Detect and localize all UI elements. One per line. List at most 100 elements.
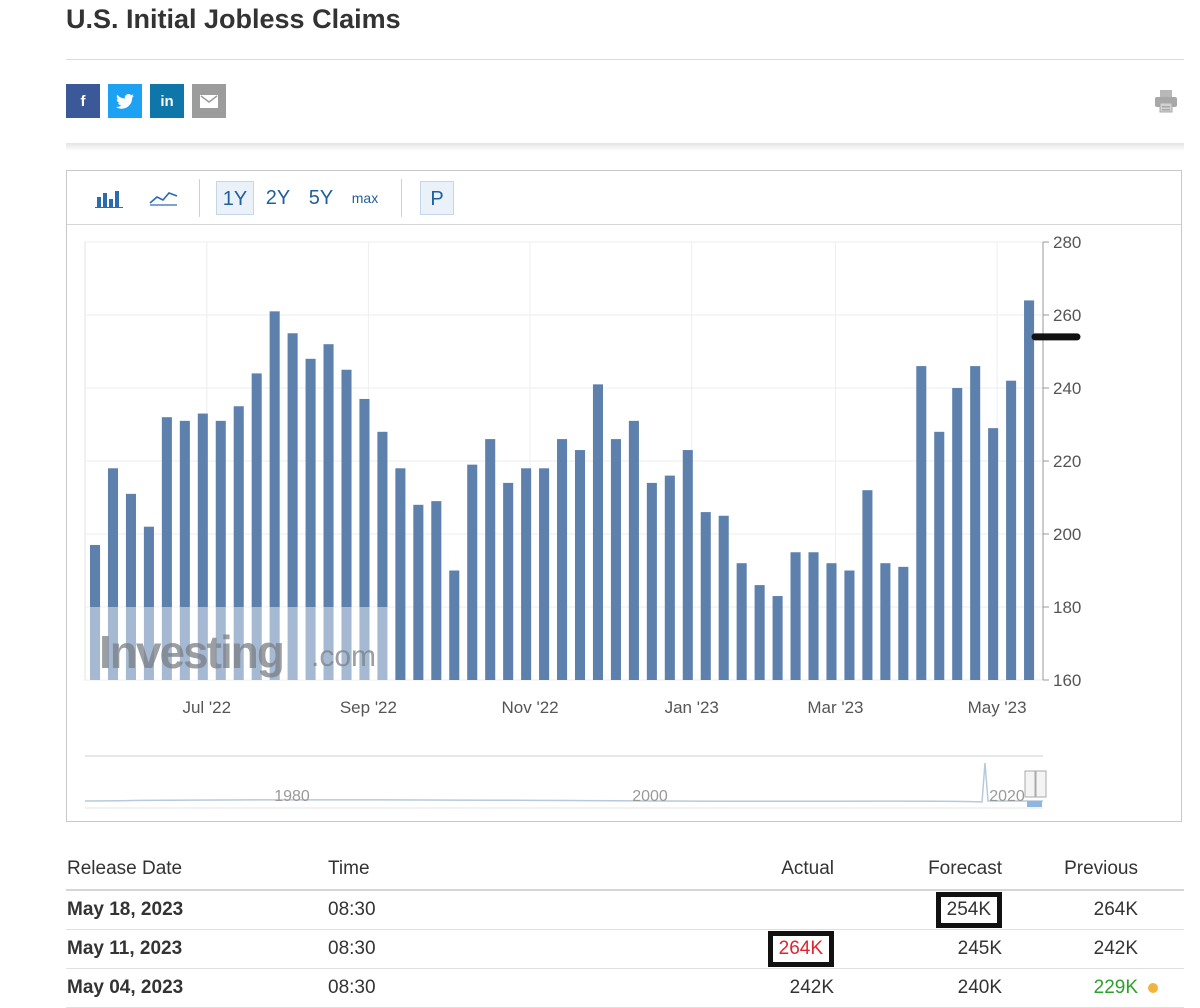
chart-bar: [934, 431, 945, 680]
release-time: 08:30: [327, 968, 687, 1008]
twitter-icon: [116, 93, 134, 109]
table-row: May 18, 2023 08:30 254K 264K: [66, 890, 1184, 930]
header-release-date: Release Date: [66, 848, 327, 891]
x-tick-label: Nov '22: [502, 698, 559, 717]
print-button[interactable]: [1153, 88, 1179, 119]
previous-value: 242K: [1003, 929, 1184, 969]
chart-bar: [628, 420, 639, 680]
chart-bar: [700, 512, 711, 680]
x-tick-label: Jan '23: [665, 698, 719, 717]
chart-bar: [718, 515, 729, 680]
chart-bar: [485, 439, 496, 680]
chart-bar: [754, 585, 765, 680]
forecast-value: 240K: [835, 968, 1003, 1008]
x-tick-label: Jul '22: [182, 698, 231, 717]
chart-bar: [449, 570, 460, 680]
release-date: May 04, 2023: [66, 968, 327, 1008]
chart-bar: [862, 490, 873, 680]
x-tick-label: Mar '23: [807, 698, 863, 717]
chart-bar: [952, 388, 963, 680]
chart-bar: [592, 384, 604, 680]
chart-bar: [521, 468, 532, 680]
chart-bar: [988, 428, 999, 680]
page-title: U.S. Initial Jobless Claims: [66, 4, 401, 34]
forecast-value: 254K: [935, 892, 1002, 928]
navigator-label: 2000: [632, 788, 668, 805]
actual-value: 264K: [767, 931, 834, 967]
navigator-selection: [1027, 801, 1042, 807]
x-tick-label: May '23: [968, 698, 1027, 717]
chart-bar: [1006, 380, 1017, 680]
chart-bar: [413, 504, 424, 680]
navigator-handle-right: [1035, 770, 1047, 798]
forecast-cell: 254K: [835, 890, 1003, 930]
y-tick-label: 180: [1053, 598, 1081, 617]
share-bar: f in: [66, 84, 226, 118]
chart-bar: [431, 501, 442, 680]
chart-bar: [1024, 300, 1035, 680]
linkedin-share-button[interactable]: in: [150, 84, 184, 118]
header-actual: Actual: [687, 848, 835, 891]
y-tick-label: 260: [1053, 306, 1081, 325]
chart-bar: [808, 552, 819, 680]
chart-bar: [664, 475, 675, 680]
chart-bar: [503, 482, 514, 680]
chart-container: 1Y 2Y 5Y max P 160 180 200 220 240 260 280 Jul …: [66, 170, 1182, 822]
actual-cell: 264K: [687, 929, 835, 969]
watermark-logo: Investing: [99, 626, 283, 678]
y-tick-label: 160: [1053, 671, 1081, 690]
chart-bar: [790, 552, 801, 680]
navigator-label: 2020: [989, 788, 1025, 805]
chart-bar: [826, 563, 837, 680]
facebook-icon: f: [80, 92, 86, 110]
status-dot: [1148, 982, 1158, 993]
chart-bar: [916, 366, 927, 680]
chart-bar: [772, 596, 783, 680]
section-shadow-divider: [66, 143, 1184, 151]
chart-bar: [574, 450, 586, 680]
y-tick-label: 280: [1053, 233, 1081, 252]
previous-cell: 229K: [1003, 968, 1184, 1008]
printer-icon: [1155, 90, 1177, 113]
chart-bar: [898, 566, 909, 680]
navigator-series-line: [84, 762, 1043, 803]
chart-bar: [844, 570, 855, 680]
y-tick-label: 240: [1053, 379, 1081, 398]
bar-chart: 160 180 200 220 240 260 280 Jul '22 Sep '22 Nov '…: [84, 233, 1081, 809]
chart-bar: [880, 563, 891, 680]
header-forecast: Forecast: [835, 848, 1003, 891]
chart-bar: [467, 464, 478, 680]
table-row: May 11, 2023 08:30 264K 245K 242K: [66, 929, 1184, 969]
previous-value: 264K: [1003, 890, 1184, 930]
release-time: 08:30: [327, 890, 687, 930]
y-tick-label: 220: [1053, 452, 1081, 471]
release-date: May 11, 2023: [66, 929, 327, 969]
chart-bar: [395, 468, 406, 680]
release-table: Release Date Time Actual Forecast Previo…: [66, 848, 1184, 1008]
release-time: 08:30: [327, 929, 687, 969]
chart-bar: [539, 468, 550, 680]
linkedin-icon: in: [160, 92, 174, 110]
twitter-share-button[interactable]: [108, 84, 142, 118]
title-divider: [66, 59, 1184, 60]
forecast-value: 245K: [835, 929, 1003, 969]
table-row: May 04, 2023 08:30 242K 240K 229K: [66, 968, 1184, 1008]
navigator-label: 1980: [274, 788, 310, 805]
release-date: May 18, 2023: [66, 890, 327, 930]
actual-value: 242K: [687, 968, 835, 1008]
x-tick-label: Sep '22: [340, 698, 397, 717]
chart-bar: [646, 482, 657, 680]
actual-value: [687, 890, 835, 930]
table-header-row: Release Date Time Actual Forecast Previo…: [66, 848, 1184, 891]
y-tick-label: 200: [1053, 525, 1081, 544]
navigator-handle-left: [1024, 770, 1036, 798]
chart-bar: [557, 439, 568, 680]
facebook-share-button[interactable]: f: [66, 84, 100, 118]
chart-bar: [970, 366, 981, 680]
email-share-button[interactable]: [192, 84, 226, 118]
watermark-suffix: .com: [311, 640, 376, 673]
chart-bar: [682, 450, 693, 680]
chart-bar: [610, 439, 621, 680]
envelope-icon: [200, 94, 218, 108]
header-previous: Previous: [1003, 848, 1184, 891]
